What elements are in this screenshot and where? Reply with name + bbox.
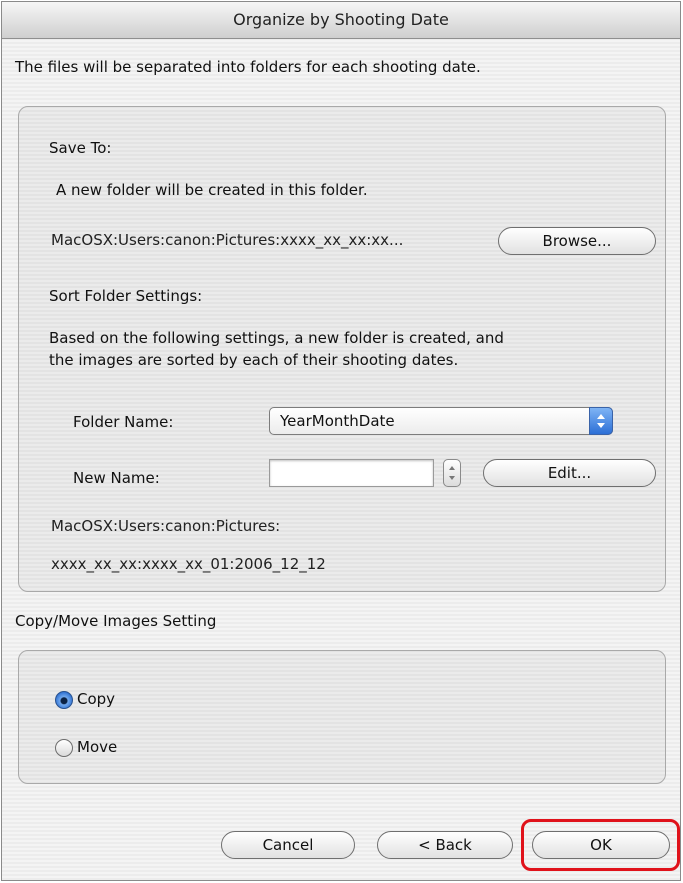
save-to-info: A new folder will be created in this fol… — [56, 181, 368, 199]
folder-name-label: Folder Name: — [73, 413, 174, 431]
result-path-line1: MacOSX:Users:canon:Pictures: — [51, 517, 281, 535]
new-name-label: New Name: — [73, 469, 160, 487]
copy-move-heading: Copy/Move Images Setting — [15, 612, 217, 630]
updown-arrows-icon — [589, 407, 613, 435]
folder-name-select[interactable]: YearMonthDate — [269, 407, 613, 435]
back-button[interactable]: < Back — [377, 831, 513, 859]
move-radio[interactable] — [55, 739, 73, 757]
folder-name-value: YearMonthDate — [280, 412, 395, 430]
sort-settings-heading: Sort Folder Settings: — [49, 287, 203, 305]
save-to-heading: Save To: — [49, 139, 112, 157]
description-text: The files will be separated into folders… — [15, 58, 481, 76]
sort-info-line2: the images are sorted by each of their s… — [49, 351, 459, 369]
copy-label: Copy — [77, 690, 116, 708]
edit-button[interactable]: Edit... — [483, 459, 656, 487]
dialog-window: Organize by Shooting Date The files will… — [1, 1, 681, 881]
cancel-button[interactable]: Cancel — [221, 831, 355, 859]
save-to-path: MacOSX:Users:canon:Pictures:xxxx_xx_xx:x… — [51, 231, 404, 249]
ok-highlight-box — [521, 819, 680, 871]
stepper-arrows-icon — [449, 466, 455, 480]
new-name-field[interactable] — [269, 459, 434, 487]
new-name-stepper[interactable] — [443, 459, 461, 487]
save-to-group: Save To: A new folder will be created in… — [18, 106, 666, 592]
copy-move-group: Copy Move — [18, 650, 666, 784]
copy-radio[interactable] — [55, 691, 73, 709]
sort-info-line1: Based on the following settings, a new f… — [49, 329, 504, 347]
browse-button[interactable]: Browse... — [498, 227, 656, 255]
window-title: Organize by Shooting Date — [2, 2, 680, 39]
move-label: Move — [77, 738, 118, 756]
result-path-line2: xxxx_xx_xx:xxxx_xx_01:2006_12_12 — [51, 555, 326, 573]
